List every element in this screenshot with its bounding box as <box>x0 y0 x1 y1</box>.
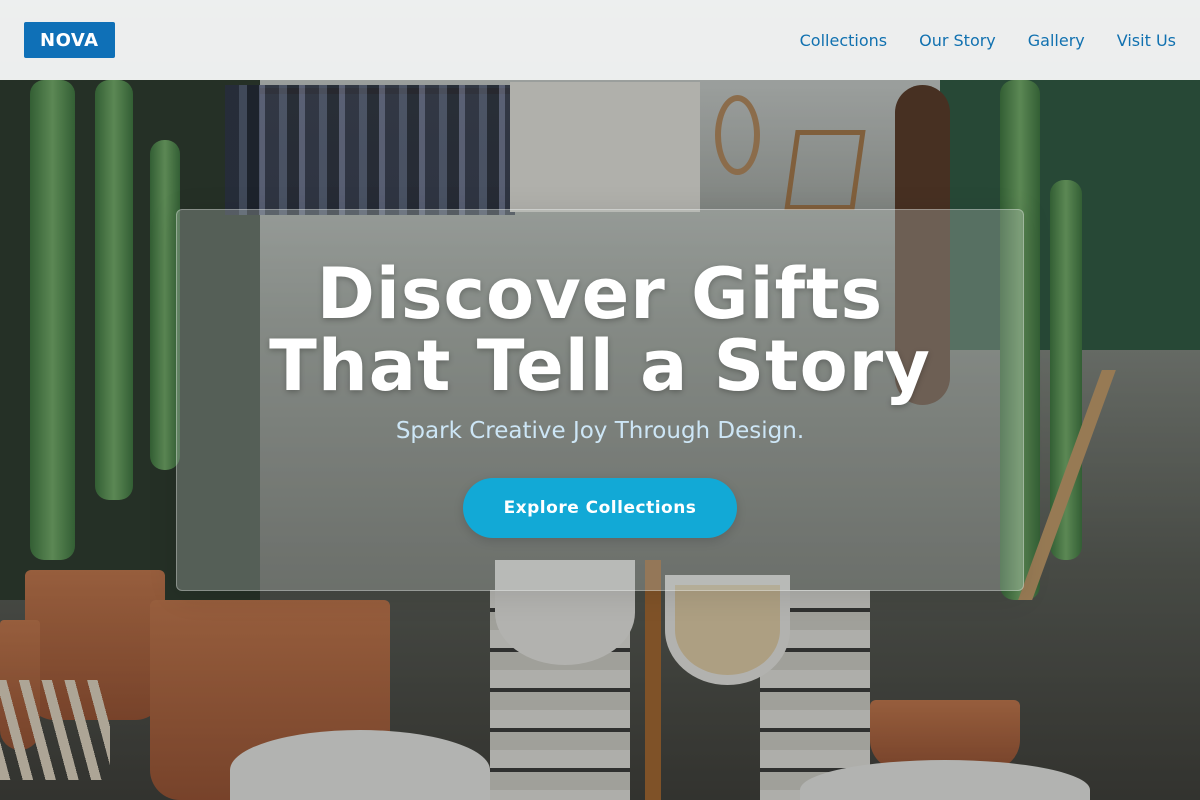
hero-title-line-2: That Tell a Story <box>269 325 931 407</box>
brand-logo[interactable]: NOVA <box>24 22 115 58</box>
hero-subtitle: Spark Creative Joy Through Design. <box>395 418 805 444</box>
explore-collections-button[interactable]: Explore Collections <box>463 478 737 538</box>
hero-title: Discover Gifts That Tell a Story <box>269 258 931 402</box>
nav-link-gallery[interactable]: Gallery <box>1028 31 1085 50</box>
hero-card: Discover Gifts That Tell a Story Spark C… <box>176 209 1024 591</box>
hero-title-line-1: Discover Gifts <box>316 253 884 335</box>
main-nav: Collections Our Story Gallery Visit Us <box>800 31 1176 50</box>
nav-link-our-story[interactable]: Our Story <box>919 31 996 50</box>
nav-link-visit-us[interactable]: Visit Us <box>1117 31 1176 50</box>
nav-link-collections[interactable]: Collections <box>800 31 887 50</box>
site-header: NOVA Collections Our Story Gallery Visit… <box>0 0 1200 80</box>
